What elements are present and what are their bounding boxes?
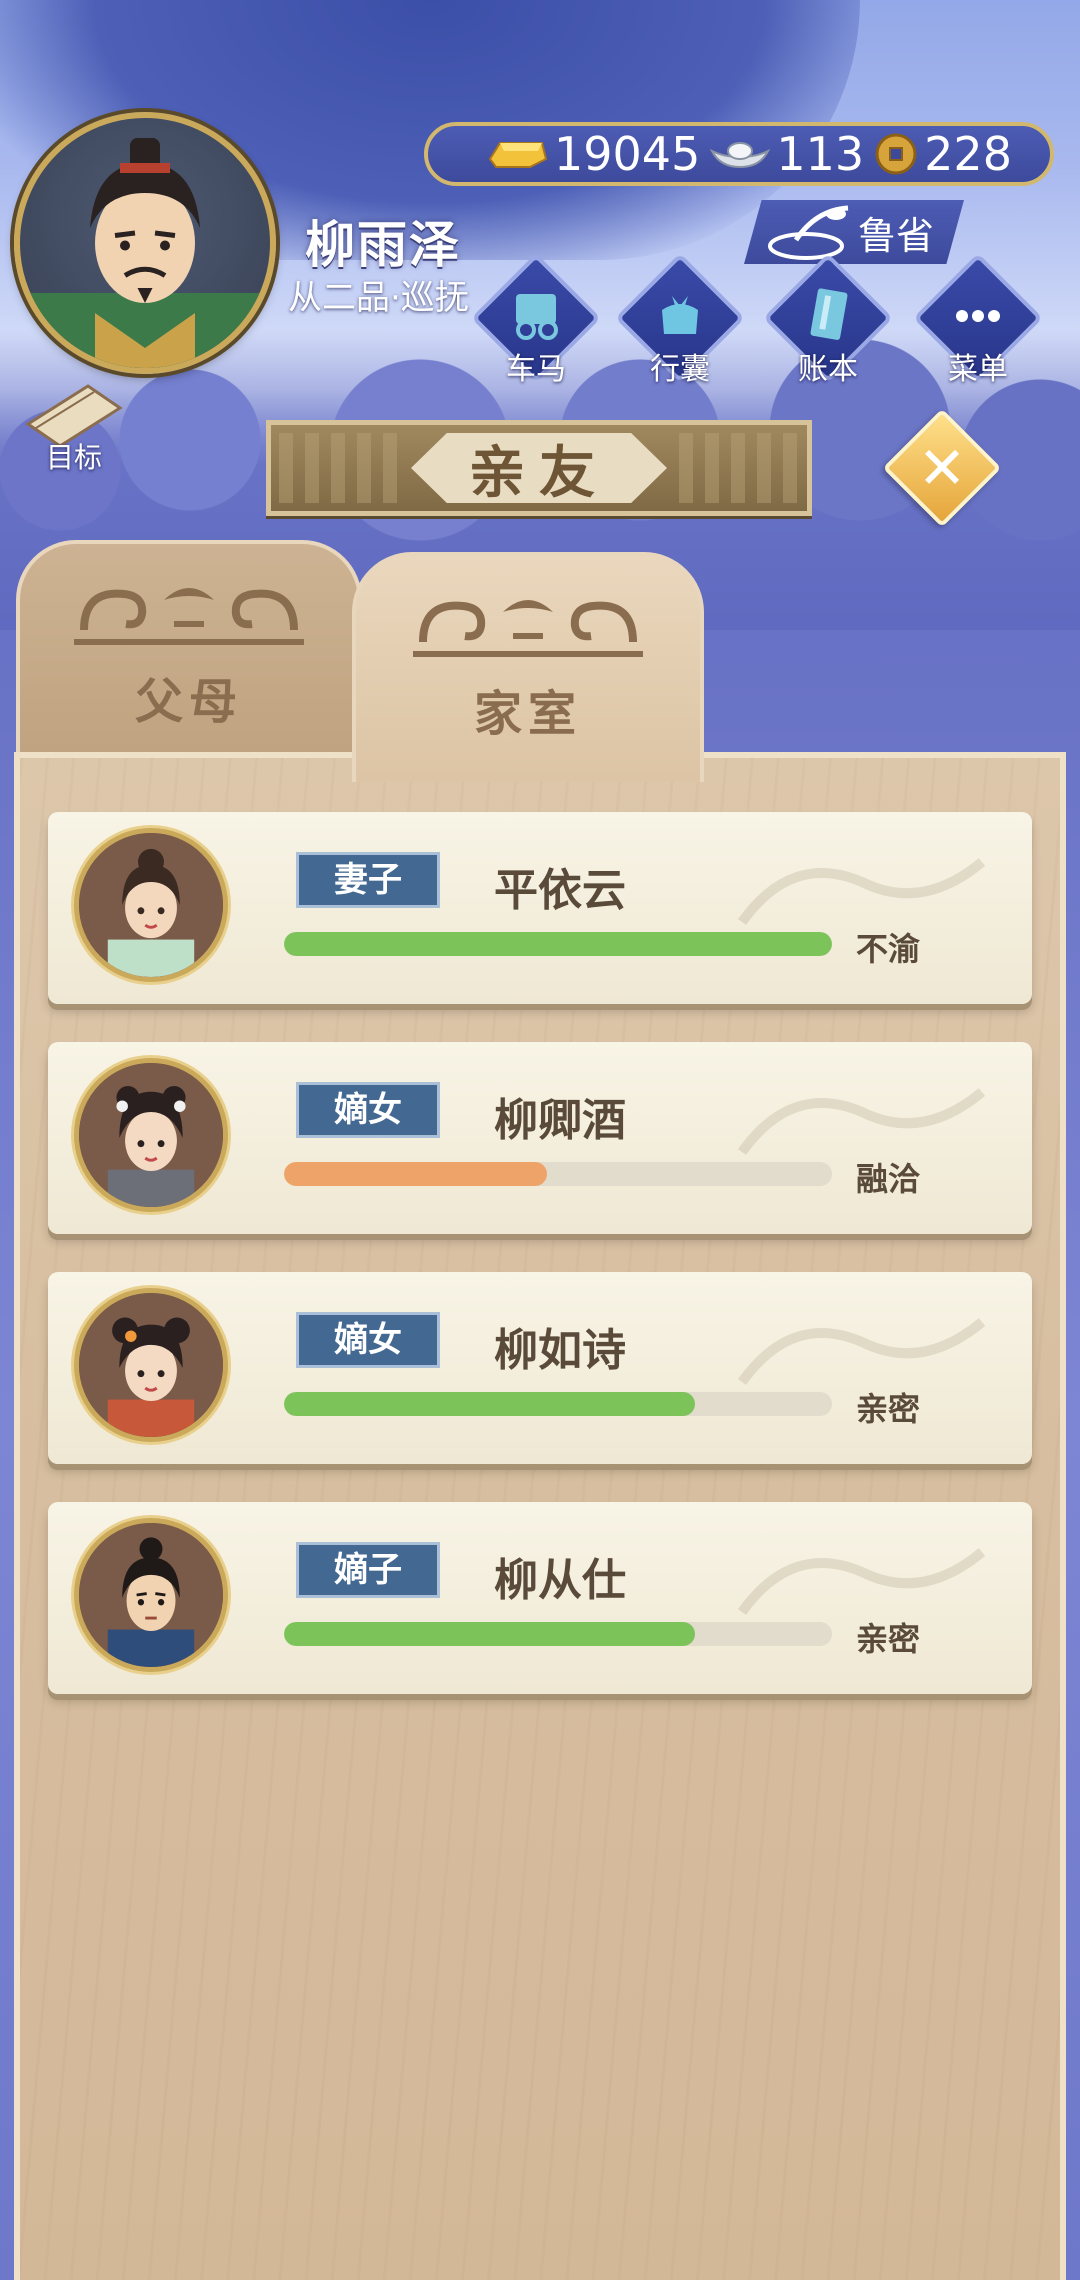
cloud-ornament-icon	[413, 600, 643, 657]
affection-fill	[284, 932, 832, 956]
title-banner: 亲友	[266, 420, 812, 516]
relationship-status: 不渝	[856, 930, 921, 968]
affection-fill	[284, 1162, 548, 1186]
affection-bar	[284, 1392, 832, 1416]
page-title: 亲友	[469, 440, 609, 506]
member-name: 柳卿酒	[494, 1095, 626, 1146]
copper-coin-icon	[875, 133, 917, 175]
tab-parents[interactable]: 父母	[16, 540, 362, 770]
gold-bar-icon	[488, 142, 548, 168]
ledger-icon	[810, 288, 848, 340]
gold-amount: 19045	[554, 127, 701, 181]
silver-amount: 113	[776, 127, 865, 181]
member-avatar	[74, 1058, 228, 1212]
relation-badge: 嫡女	[296, 1082, 440, 1138]
player-name: 柳雨泽	[305, 216, 461, 274]
official-portrait-icon	[20, 138, 270, 368]
member-card-daughter-2[interactable]: 嫡女 柳如诗 亲密	[48, 1272, 1032, 1464]
relationship-status: 融洽	[856, 1160, 921, 1198]
member-name: 柳如诗	[494, 1325, 626, 1376]
daughter-portrait-icon	[79, 1293, 223, 1437]
member-avatar	[74, 1518, 228, 1672]
affection-bar	[284, 1162, 832, 1186]
affection-fill	[284, 1392, 695, 1416]
menu-more-label: 菜单	[948, 352, 1008, 387]
daughter-portrait-icon	[79, 1063, 223, 1207]
member-card-daughter-1[interactable]: 嫡女 柳卿酒 融洽	[48, 1042, 1032, 1234]
member-avatar	[74, 828, 228, 982]
son-portrait-icon	[79, 1523, 223, 1667]
region-label: 鲁省	[857, 213, 934, 258]
tab-parents-label: 父母	[134, 674, 243, 730]
affection-fill	[284, 1622, 695, 1646]
relation-badge: 嫡子	[296, 1542, 440, 1598]
region-badge[interactable]: 鲁省	[744, 200, 964, 264]
menu-ledger-label: 账本	[798, 352, 858, 387]
player-avatar[interactable]	[14, 112, 276, 374]
coin-counter[interactable]: 228	[874, 127, 1012, 181]
tab-family[interactable]: 家室	[352, 552, 704, 782]
title-plate: 亲友	[411, 433, 667, 503]
banner-ornament-left	[279, 433, 399, 503]
relation-badge: 嫡女	[296, 1312, 440, 1368]
affection-bar	[284, 932, 832, 956]
menu-ledger-button[interactable]: 账本	[762, 252, 894, 387]
silver-ingot-icon	[710, 142, 771, 169]
menu-carriage-button[interactable]: 车马	[470, 252, 602, 387]
more-icon	[956, 310, 1000, 322]
menu-bundle-button[interactable]: 行囊	[614, 252, 746, 387]
tab-family-label: 家室	[473, 686, 582, 742]
relation-badge: 妻子	[296, 852, 440, 908]
member-avatar	[74, 1288, 228, 1442]
affection-bar	[284, 1622, 832, 1646]
coin-amount: 228	[924, 127, 1012, 181]
menu-carriage-label: 车马	[506, 352, 566, 387]
close-icon[interactable]: ✕	[900, 426, 984, 510]
menu-more-button[interactable]: 菜单	[912, 252, 1044, 387]
member-card-wife[interactable]: 妻子 平依云 不渝	[48, 812, 1032, 1004]
target-label: 目标	[45, 441, 102, 474]
gold-counter[interactable]: 19045	[486, 127, 700, 181]
currency-bar: 19045 113 228	[424, 122, 1054, 186]
member-name: 平依云	[494, 865, 626, 916]
silver-counter[interactable]: 113	[710, 127, 864, 181]
wife-portrait-icon	[79, 833, 223, 977]
relationship-status: 亲密	[856, 1390, 921, 1428]
game-screen: 柳雨泽 从二品·巡抚 19045 113 228 鲁省 车马 行囊 账本 菜单 …	[0, 0, 1080, 2280]
member-card-son[interactable]: 嫡子 柳从仕 亲密	[48, 1502, 1032, 1694]
menu-bundle-label: 行囊	[650, 352, 710, 387]
member-name: 柳从仕	[494, 1555, 626, 1606]
player-rank: 从二品·巡抚	[288, 278, 469, 318]
relationship-status: 亲密	[856, 1620, 921, 1658]
bundle-icon	[662, 296, 698, 334]
carriage-icon	[516, 294, 558, 340]
inkstone-brush-icon	[768, 205, 849, 260]
cloud-ornament-icon	[74, 588, 304, 645]
banner-ornament-right	[679, 433, 799, 503]
target-button[interactable]: 目标	[14, 378, 134, 478]
